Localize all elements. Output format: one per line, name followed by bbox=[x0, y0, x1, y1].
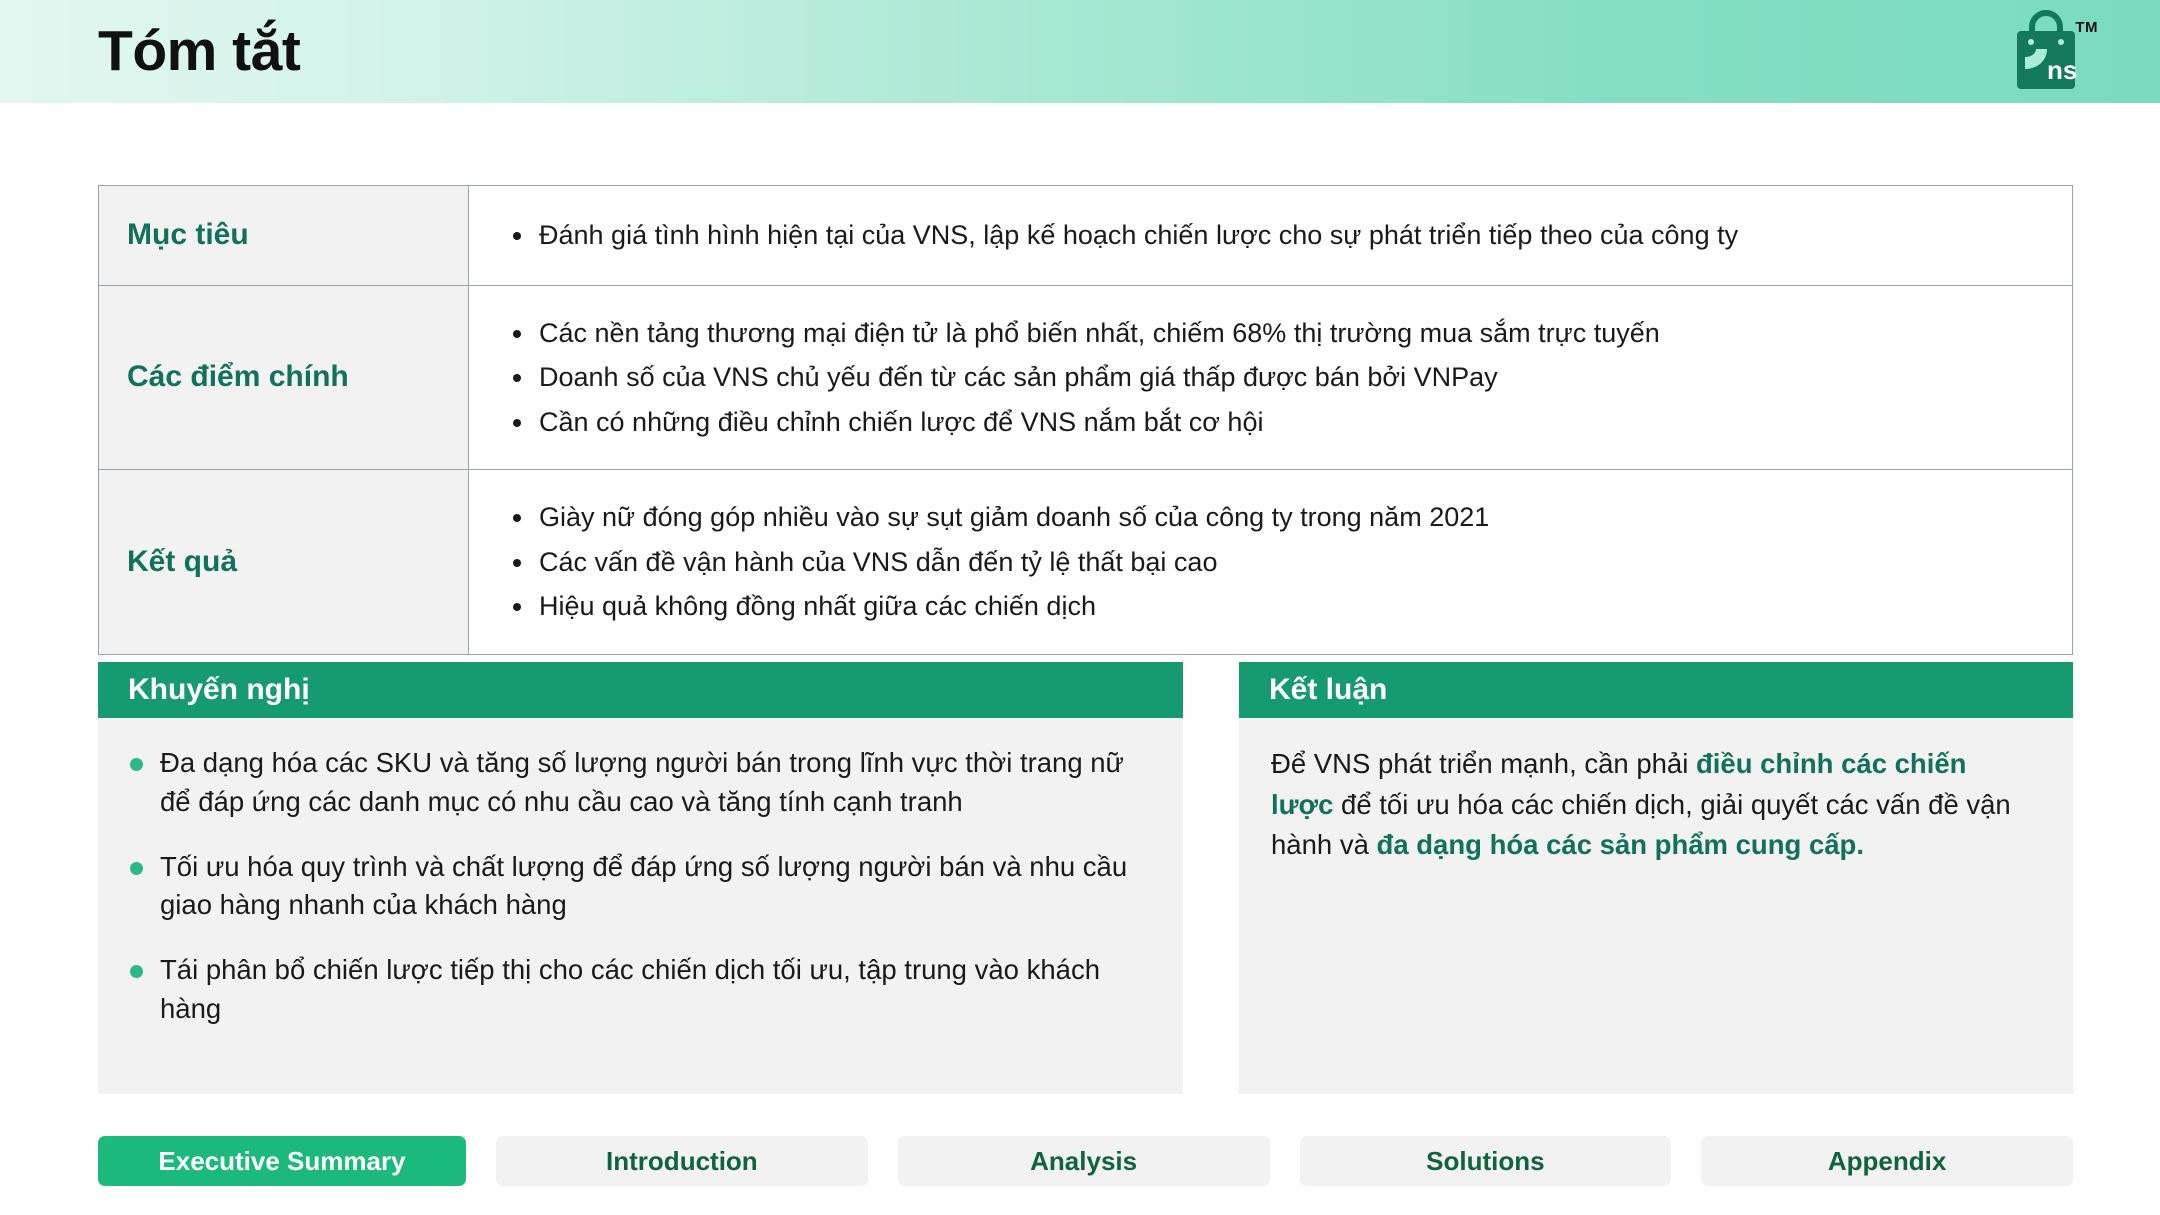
tab-executive-summary[interactable]: Executive Summary bbox=[98, 1136, 466, 1186]
tab-label: Analysis bbox=[1030, 1145, 1138, 1176]
list-item: Hiệu quả không đồng nhất giữa các chiến … bbox=[503, 587, 2044, 625]
list-item: Các vấn đề vận hành của VNS dẫn đến tỷ l… bbox=[503, 543, 2044, 581]
table-row-label: Mục tiêu bbox=[99, 186, 469, 285]
trademark-mark: TM bbox=[2075, 18, 2098, 36]
tab-appendix[interactable]: Appendix bbox=[1701, 1136, 2073, 1186]
conclusion-card-body: Để VNS phát triển mạnh, cần phải điều ch… bbox=[1239, 718, 2073, 1094]
tab-solutions[interactable]: Solutions bbox=[1299, 1136, 1672, 1186]
slide-root: Tóm tắt ns TM Mục tiêu Đánh giá tình hìn… bbox=[0, 0, 2160, 1215]
table-row: Kết quả Giày nữ đóng góp nhiều vào sự sụ… bbox=[99, 469, 2072, 654]
slide-header: Tóm tắt ns TM bbox=[0, 0, 2160, 103]
list-item: Cần có những điều chỉnh chiến lược để VN… bbox=[503, 403, 2044, 441]
conclusion-title: Kết luận bbox=[1269, 673, 1388, 706]
list-item: Tối ưu hóa quy trình và chất lượng để đá… bbox=[128, 848, 1143, 926]
tab-introduction[interactable]: Introduction bbox=[496, 1136, 868, 1186]
recommendations-title: Khuyến nghị bbox=[128, 673, 310, 706]
table-row-label: Kết quả bbox=[99, 469, 469, 654]
tab-analysis[interactable]: Analysis bbox=[897, 1136, 1270, 1186]
recommendations-card: Khuyến nghị Đa dạng hóa các SKU và tăng … bbox=[98, 662, 1183, 1094]
table-row-content: Giày nữ đóng góp nhiều vào sự sụt giảm d… bbox=[469, 470, 2072, 654]
list-item: Các nền tảng thương mại điện tử là phổ b… bbox=[503, 314, 2044, 352]
recommendations-card-header: Khuyến nghị bbox=[98, 662, 1183, 718]
section-tabs: Executive Summary Introduction Analysis … bbox=[98, 1136, 2073, 1186]
list-item: Đánh giá tình hình hiện tại của VNS, lập… bbox=[503, 216, 2044, 254]
list-item: Doanh số của VNS chủ yếu đến từ các sản … bbox=[503, 358, 2044, 396]
table-row: Mục tiêu Đánh giá tình hình hiện tại của… bbox=[99, 186, 2072, 286]
table-row-content: Đánh giá tình hình hiện tại của VNS, lập… bbox=[469, 186, 2072, 285]
row-label-text: Kết quả bbox=[127, 544, 238, 578]
tab-label: Appendix bbox=[1827, 1145, 1947, 1176]
svg-text:ns: ns bbox=[2047, 55, 2077, 85]
bullet-list: Giày nữ đóng góp nhiều vào sự sụt giảm d… bbox=[503, 492, 2044, 631]
conclusion-emphasis: đa dạng hóa các sản phẩm cung cấp. bbox=[1376, 829, 1864, 861]
bullet-list: Các nền tảng thương mại điện tử là phổ b… bbox=[503, 308, 2044, 447]
panels-container: Khuyến nghị Đa dạng hóa các SKU và tăng … bbox=[98, 662, 2073, 1094]
page-title: Tóm tắt bbox=[98, 19, 301, 83]
conclusion-plain: Để VNS phát triển mạnh, cần phải bbox=[1271, 748, 1696, 779]
conclusion-card-header: Kết luận bbox=[1239, 662, 2073, 718]
table-row: Các điểm chính Các nền tảng thương mại đ… bbox=[99, 286, 2072, 470]
list-item: Giày nữ đóng góp nhiều vào sự sụt giảm d… bbox=[503, 498, 2044, 536]
row-label-text: Các điểm chính bbox=[127, 360, 349, 394]
list-item: Đa dạng hóa các SKU và tăng số lượng ngư… bbox=[128, 744, 1143, 822]
list-item: Tái phân bổ chiến lược tiếp thị cho các … bbox=[128, 951, 1143, 1029]
summary-table: Mục tiêu Đánh giá tình hình hiện tại của… bbox=[98, 185, 2073, 655]
table-row-content: Các nền tảng thương mại điện tử là phổ b… bbox=[469, 286, 2072, 469]
bullet-list: Đánh giá tình hình hiện tại của VNS, lập… bbox=[503, 210, 2044, 260]
vns-shopping-bag-logo: ns TM bbox=[2000, 9, 2098, 95]
conclusion-paragraph: Để VNS phát triển mạnh, cần phải điều ch… bbox=[1269, 744, 2033, 866]
table-row-label: Các điểm chính bbox=[99, 286, 469, 469]
conclusion-card: Kết luận Để VNS phát triển mạnh, cần phả… bbox=[1239, 662, 2073, 1094]
tab-label: Solutions bbox=[1426, 1145, 1545, 1176]
tab-label: Executive Summary bbox=[158, 1145, 406, 1176]
row-label-text: Mục tiêu bbox=[127, 218, 249, 252]
tab-label: Introduction bbox=[606, 1145, 758, 1176]
recommendations-list: Đa dạng hóa các SKU và tăng số lượng ngư… bbox=[128, 744, 1143, 1029]
recommendations-card-body: Đa dạng hóa các SKU và tăng số lượng ngư… bbox=[98, 718, 1183, 1094]
